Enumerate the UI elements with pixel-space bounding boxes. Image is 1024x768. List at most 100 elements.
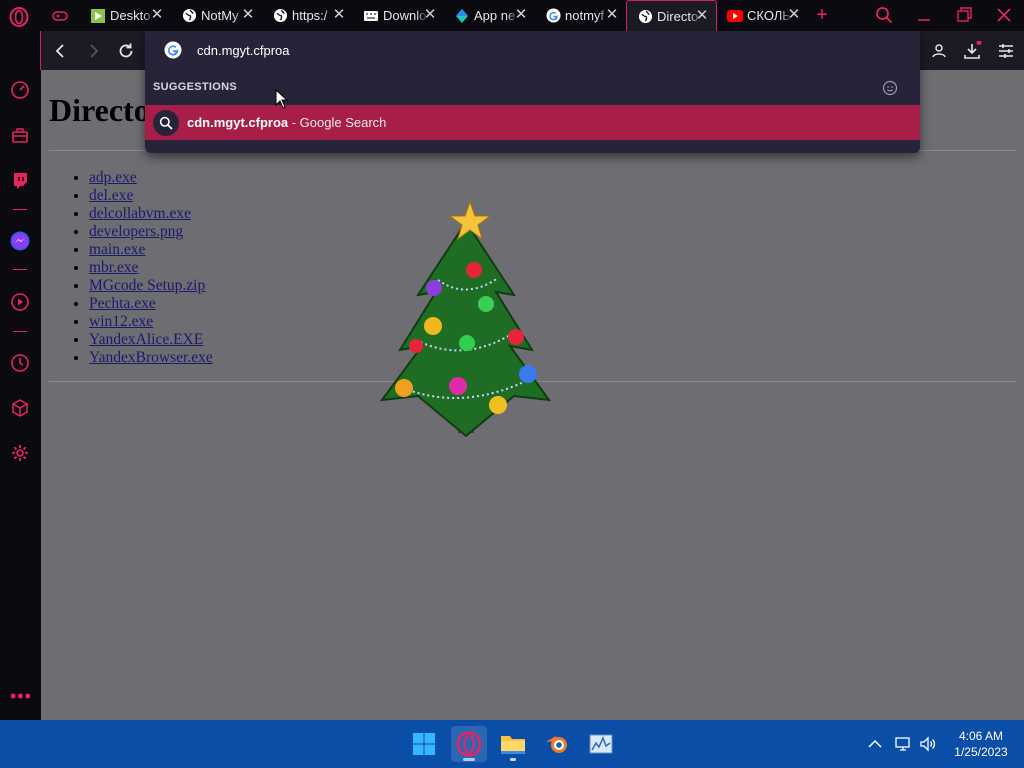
taskbar-opera[interactable] xyxy=(451,726,487,762)
close-tab-icon[interactable]: ✕ xyxy=(604,7,620,23)
close-tab-icon[interactable]: ✕ xyxy=(422,7,438,23)
clock-date: 1/25/2023 xyxy=(954,745,1008,759)
tab-search-icon[interactable] xyxy=(875,6,893,24)
system-clock[interactable]: 4:06 AM 1/25/2023 xyxy=(945,728,1017,760)
show-hidden-icons-icon[interactable] xyxy=(866,735,884,753)
list-item: YandexAlice.EXE xyxy=(89,331,213,349)
settings-gear-icon[interactable] xyxy=(10,443,30,463)
list-item: mbr.exe xyxy=(89,259,213,277)
forward-icon[interactable] xyxy=(83,41,103,61)
list-item: adp.exe xyxy=(89,169,213,187)
globe-icon xyxy=(637,8,653,24)
tab-1[interactable]: NotMy ✕ xyxy=(171,0,262,31)
extensions-cube-icon[interactable] xyxy=(10,398,30,418)
file-link[interactable]: del.exe xyxy=(89,187,133,204)
christmas-tree-image[interactable] xyxy=(378,200,553,440)
tab-4[interactable]: App ne ✕ xyxy=(444,0,535,31)
file-link[interactable]: win12.exe xyxy=(89,313,153,330)
list-item: win12.exe xyxy=(89,313,213,331)
globe-icon xyxy=(181,8,197,24)
tab-2[interactable]: https:/ ✕ xyxy=(262,0,353,31)
smiley-icon[interactable] xyxy=(882,80,898,96)
new-tab-button[interactable]: + xyxy=(812,3,832,27)
easy-setup-icon[interactable] xyxy=(996,41,1016,61)
sidebar-divider xyxy=(13,269,27,270)
volume-icon[interactable] xyxy=(919,735,937,753)
page-title: Directo xyxy=(49,92,150,128)
search-icon xyxy=(153,109,179,136)
messenger-icon[interactable] xyxy=(10,231,30,251)
suggestions-header: SUGGESTIONS xyxy=(153,81,237,93)
close-window-icon[interactable] xyxy=(992,4,1016,26)
active-indicator xyxy=(463,758,475,761)
file-link[interactable]: developers.png xyxy=(89,223,183,240)
gamepad-icon xyxy=(52,8,68,24)
list-item: delcollabvm.exe xyxy=(89,205,213,223)
back-icon[interactable] xyxy=(51,41,71,61)
restore-icon[interactable] xyxy=(952,4,976,26)
running-indicator xyxy=(510,758,516,761)
tab-gx-corner[interactable] xyxy=(40,0,80,31)
start-button[interactable] xyxy=(406,726,442,762)
clock-time: 4:06 AM xyxy=(958,729,1004,743)
list-item: del.exe xyxy=(89,187,213,205)
close-tab-icon[interactable]: ✕ xyxy=(331,7,347,23)
close-tab-icon[interactable]: ✕ xyxy=(694,8,710,24)
blender-icon xyxy=(546,736,567,753)
suggestion-suffix: - Google Search xyxy=(288,115,387,130)
gx-control-icon[interactable] xyxy=(10,125,30,145)
file-list: adp.exe del.exe delcollabvm.exe develope… xyxy=(89,169,213,367)
list-item: YandexBrowser.exe xyxy=(89,349,213,367)
opera-menu-icon[interactable] xyxy=(9,7,29,27)
file-link[interactable]: adp.exe xyxy=(89,169,137,186)
screen: Deskto ✕ NotMy ✕ https:/ ✕ Downlo ✕ App … xyxy=(0,0,1024,768)
close-tab-icon[interactable]: ✕ xyxy=(513,7,529,23)
suggestion-google-search[interactable]: cdn.mgyt.cfproa - Google Search xyxy=(145,105,920,140)
google-icon xyxy=(545,8,561,24)
close-tab-icon[interactable]: ✕ xyxy=(149,7,165,23)
player-icon[interactable] xyxy=(10,292,30,312)
windows-start-icon xyxy=(413,733,435,755)
mouse-cursor-icon xyxy=(275,89,289,109)
file-link[interactable]: mbr.exe xyxy=(89,259,139,276)
close-tab-icon[interactable]: ✕ xyxy=(786,7,802,23)
file-link[interactable]: YandexAlice.EXE xyxy=(89,331,203,348)
tab-6-active[interactable]: Directo ✕ xyxy=(626,0,717,31)
sidebar-divider xyxy=(13,209,27,210)
tab-0[interactable]: Deskto ✕ xyxy=(80,0,171,31)
tab-7[interactable]: СКОЛЬ ✕ xyxy=(717,0,808,31)
file-link[interactable]: main.exe xyxy=(89,241,145,258)
file-link[interactable]: YandexBrowser.exe xyxy=(89,349,213,366)
file-link[interactable]: Pechta.exe xyxy=(89,295,156,312)
account-icon[interactable] xyxy=(929,41,949,61)
green-bookmark-icon xyxy=(90,8,106,24)
taskbar-task-manager[interactable] xyxy=(583,726,619,762)
opera-icon xyxy=(456,731,482,757)
taskbar-file-explorer[interactable] xyxy=(495,726,531,762)
reload-icon[interactable] xyxy=(116,41,136,61)
file-link[interactable]: delcollabvm.exe xyxy=(89,205,191,222)
keyboard-icon xyxy=(363,8,379,24)
close-tab-icon[interactable]: ✕ xyxy=(240,7,256,23)
tab-5[interactable]: notmyf ✕ xyxy=(535,0,626,31)
sidebar: ••• xyxy=(0,31,40,720)
downloads-icon[interactable] xyxy=(962,41,982,61)
file-explorer-icon xyxy=(501,736,525,754)
windows-taskbar: 4:06 AM 1/25/2023 xyxy=(0,720,1024,768)
address-input[interactable]: cdn.mgyt.cfproa xyxy=(197,41,847,61)
twitch-icon[interactable] xyxy=(10,170,30,190)
globe-icon xyxy=(272,8,288,24)
suggestion-query: cdn.mgyt.cfproa xyxy=(187,115,289,130)
tab-3[interactable]: Downlo ✕ xyxy=(353,0,444,31)
diamond-icon xyxy=(454,8,470,24)
list-item: developers.png xyxy=(89,223,213,241)
taskbar-blender[interactable] xyxy=(539,726,575,762)
file-link[interactable]: MGcode Setup.zip xyxy=(89,277,205,294)
history-icon[interactable] xyxy=(10,353,30,373)
task-manager-icon xyxy=(589,734,613,754)
address-bar-dropdown: cdn.mgyt.cfproa SUGGESTIONS cdn.mgyt.cfp… xyxy=(145,31,920,153)
more-dots-icon[interactable]: ••• xyxy=(10,687,31,710)
network-icon[interactable] xyxy=(894,735,912,753)
speed-dial-icon[interactable] xyxy=(10,80,30,100)
minimize-icon[interactable] xyxy=(912,4,936,26)
